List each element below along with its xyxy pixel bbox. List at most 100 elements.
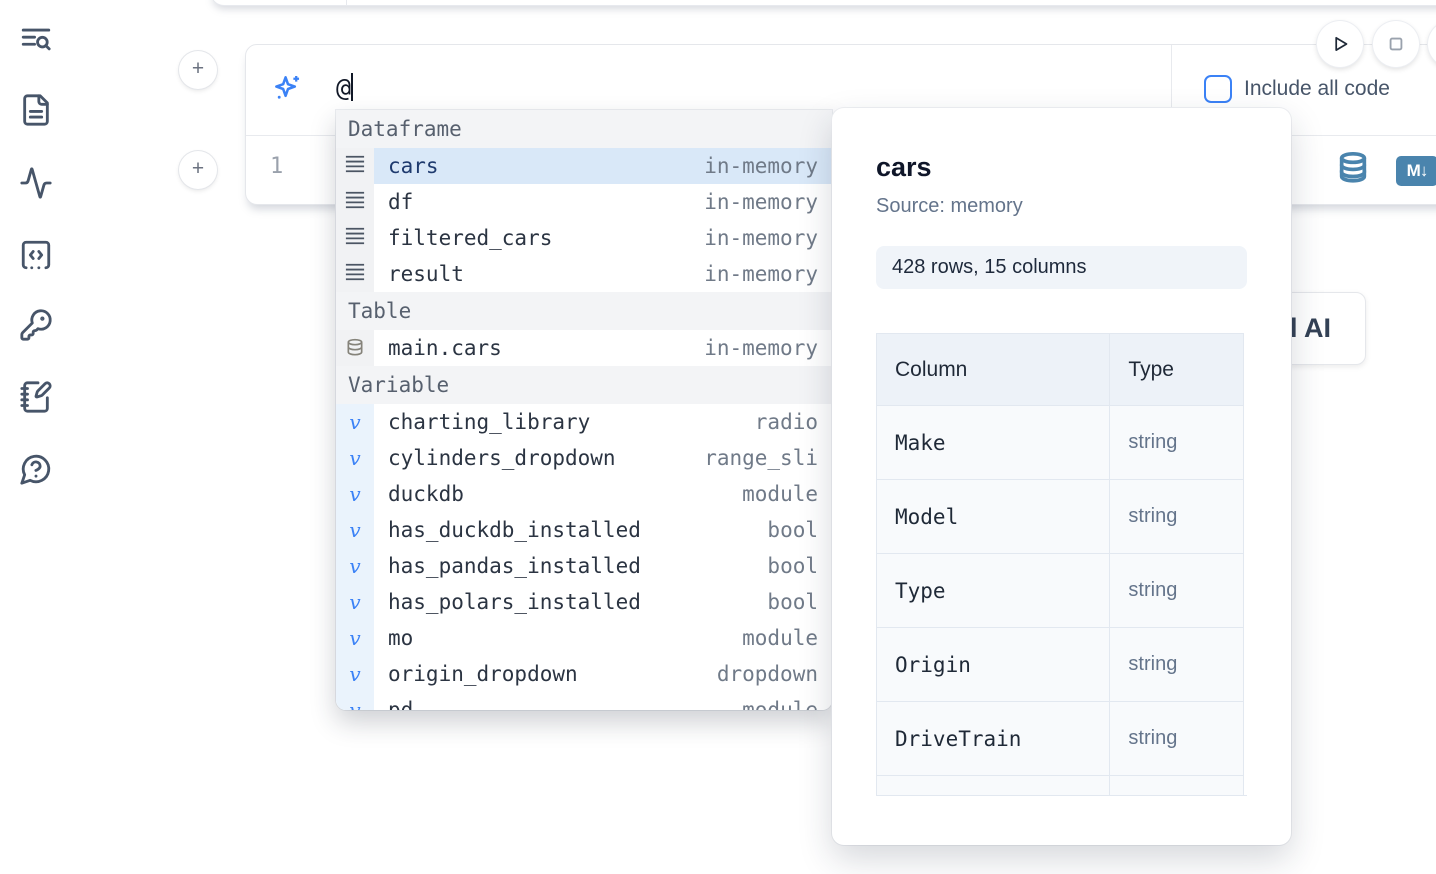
completion-name: charting_library [388, 410, 590, 434]
table-row: Origin string [877, 628, 1244, 702]
completion-detail: in-memory [704, 336, 818, 360]
schema-column-type: string [1110, 702, 1244, 776]
stop-cell-button[interactable] [1373, 21, 1419, 67]
section-header-dataframe: Dataframe [336, 110, 832, 148]
database-icon[interactable] [1336, 148, 1370, 193]
completion-name: mo [388, 626, 413, 650]
add-cell-below-button[interactable]: + [179, 151, 217, 189]
dataframe-icon [336, 148, 374, 184]
preview-source: Source: memory [876, 195, 1247, 218]
completion-item-mo[interactable]: v mo module [336, 620, 832, 656]
include-all-code-control[interactable]: Include all code [1204, 75, 1390, 103]
section-header-table: Table [336, 292, 832, 330]
completion-item-main-cars[interactable]: main.cars in-memory [336, 330, 832, 366]
schema-column-name: Type [877, 554, 1110, 628]
completion-item-cars[interactable]: cars in-memory [336, 148, 832, 184]
file-text-icon[interactable] [19, 93, 53, 127]
schema-table-wrap: Column Type Make string Model string Typ… [876, 333, 1247, 796]
variable-icon: v [336, 584, 374, 620]
variable-icon: v [336, 476, 374, 512]
schema-column-type: string [1110, 406, 1244, 480]
completion-name: filtered_cars [388, 226, 552, 250]
completion-item-df[interactable]: df in-memory [336, 184, 832, 220]
completion-name: cars [388, 154, 439, 178]
line-number: 1 [270, 154, 283, 179]
variable-icon: v [336, 404, 374, 440]
ai-sparkle-icon [270, 71, 304, 105]
previous-cell-edge [210, 0, 1436, 6]
markdown-convert-icon[interactable]: M↓ [1396, 156, 1436, 186]
completion-name: main.cars [388, 336, 502, 360]
add-cell-above-button[interactable]: + [179, 51, 217, 89]
completion-name: has_polars_installed [388, 590, 641, 614]
schema-column-name: DriveTrain [877, 702, 1110, 776]
include-all-code-label: Include all code [1244, 77, 1390, 101]
completion-item-result[interactable]: result in-memory [336, 256, 832, 292]
schema-header-row: Column Type [877, 334, 1244, 406]
ai-prompt-value: @ [336, 73, 351, 102]
previous-cell-divider [346, 0, 347, 6]
variable-icon: v [336, 440, 374, 476]
completion-name: duckdb [388, 482, 464, 506]
schema-column-name: Make [877, 406, 1110, 480]
autocomplete-dropdown: Dataframe cars in-memory df in-memory filt… [336, 110, 832, 710]
dataframe-icon [336, 220, 374, 256]
shape-badge: 428 rows, 15 columns [876, 246, 1247, 289]
completion-detail: bool [767, 554, 818, 578]
variable-icon: v [336, 656, 374, 692]
help-chat-icon[interactable] [19, 452, 53, 486]
key-icon[interactable] [19, 308, 53, 342]
schema-column-name: Model [877, 480, 1110, 554]
completion-detail: module [742, 698, 818, 710]
completion-name: df [388, 190, 413, 214]
completion-name: result [388, 262, 464, 286]
table-icon [336, 330, 374, 366]
variable-icon: v [336, 620, 374, 656]
variable-icon: v [336, 692, 374, 710]
completion-name: has_pandas_installed [388, 554, 641, 578]
completion-item-pd[interactable]: v pdmodule [336, 692, 832, 710]
schema-column-type: string [1110, 628, 1244, 702]
completion-name: cylinders_dropdown [388, 446, 616, 470]
completion-detail: in-memory [704, 154, 818, 178]
schema-column-type: string [1110, 480, 1244, 554]
schema-header-type: Type [1110, 334, 1244, 406]
completion-detail: range_sli [704, 446, 818, 470]
completion-item-filtered-cars[interactable]: filtered_carsin-memory [336, 220, 832, 256]
completion-detail: dropdown [717, 662, 818, 686]
table-row-partial [877, 776, 1244, 797]
ai-row-divider [1171, 45, 1172, 109]
table-row: DriveTrain string [877, 702, 1244, 776]
include-all-code-checkbox[interactable] [1204, 75, 1232, 103]
schema-column-name: Origin [877, 628, 1110, 702]
completion-detail: module [742, 482, 818, 506]
run-cell-button[interactable] [1317, 21, 1363, 67]
completion-detail: bool [767, 518, 818, 542]
schema-column-type: string [1110, 554, 1244, 628]
completion-item-charting-library[interactable]: v charting_library radio [336, 404, 832, 440]
completion-item-duckdb[interactable]: v duckdb module [336, 476, 832, 512]
table-row: Type string [877, 554, 1244, 628]
completion-item-has-polars-installed[interactable]: v has_polars_installedbool [336, 584, 832, 620]
completion-detail: radio [755, 410, 818, 434]
table-row: Make string [877, 406, 1244, 480]
text-cursor [351, 73, 353, 101]
text-search-icon[interactable] [19, 23, 53, 57]
completion-name: origin_dropdown [388, 662, 578, 686]
completion-item-origin-dropdown[interactable]: v origin_dropdown dropdown [336, 656, 832, 692]
completion-detail: in-memory [704, 190, 818, 214]
schema-table: Column Type Make string Model string Typ… [876, 333, 1244, 796]
completion-item-cylinders-dropdown[interactable]: v cylinders_dropdown range_sli [336, 440, 832, 476]
completion-item-has-pandas-installed[interactable]: v has_pandas_installed bool [336, 548, 832, 584]
notebook-pen-icon[interactable] [19, 380, 53, 414]
activity-icon[interactable] [19, 166, 53, 200]
schema-header-column: Column [877, 334, 1110, 406]
ai-prompt-input[interactable]: @ [336, 73, 353, 103]
completion-detail: in-memory [704, 262, 818, 286]
completion-detail: module [742, 626, 818, 650]
dataframe-icon [336, 184, 374, 220]
variable-icon: v [336, 512, 374, 548]
variable-icon: v [336, 548, 374, 584]
completion-item-has-duckdb-installed[interactable]: v has_duckdb_installedbool [336, 512, 832, 548]
code-snippet-icon[interactable] [19, 238, 53, 272]
